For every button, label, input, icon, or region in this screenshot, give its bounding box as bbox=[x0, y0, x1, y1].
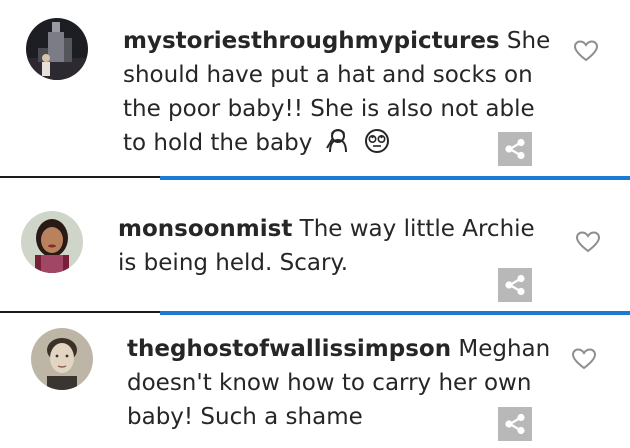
comment-body-line: The way little Archie bbox=[292, 216, 535, 242]
comment-body-line: baby! Such a shame bbox=[127, 404, 363, 430]
woman-facepalming-emoji bbox=[324, 128, 352, 164]
divider-left bbox=[0, 176, 160, 178]
avatar[interactable] bbox=[26, 18, 88, 80]
avatar[interactable] bbox=[31, 328, 93, 390]
comment-body-line: doesn't know how to carry her own bbox=[127, 370, 532, 396]
divider-left bbox=[0, 311, 160, 313]
divider-right bbox=[160, 176, 630, 180]
share-button[interactable] bbox=[498, 132, 532, 166]
share-icon bbox=[505, 274, 525, 296]
divider bbox=[0, 311, 630, 315]
avatar[interactable] bbox=[21, 211, 83, 273]
face-with-rolling-eyes-emoji bbox=[363, 128, 391, 164]
divider bbox=[0, 176, 630, 180]
comment-text: monsoonmist The way little Archie is bei… bbox=[118, 212, 558, 280]
comment-item: monsoonmist The way little Archie is bei… bbox=[0, 182, 630, 312]
comment-item: mystoriesthroughmypictures She should ha… bbox=[0, 0, 630, 178]
comment-body-line: to hold the baby bbox=[123, 130, 313, 156]
share-button[interactable] bbox=[498, 407, 532, 441]
comment-username[interactable]: monsoonmist bbox=[118, 216, 292, 242]
share-icon bbox=[505, 138, 525, 160]
share-icon bbox=[505, 413, 525, 435]
heart-outline-icon[interactable] bbox=[573, 39, 599, 63]
share-button[interactable] bbox=[498, 268, 532, 302]
comment-body-line: the poor baby!! She is also not able bbox=[123, 96, 535, 122]
comment-body-line: is being held. Scary. bbox=[118, 250, 349, 276]
comment-username[interactable]: mystoriesthroughmypictures bbox=[123, 28, 500, 54]
comment-text: mystoriesthroughmypictures She should ha… bbox=[123, 24, 563, 164]
comment-body-line: Meghan bbox=[451, 336, 551, 362]
comment-item: theghostofwallissimpson Meghan doesn't k… bbox=[0, 316, 630, 448]
heart-outline-icon[interactable] bbox=[575, 230, 601, 254]
comment-body-line: should have put a hat and socks on bbox=[123, 62, 533, 88]
comment-body-line: She bbox=[499, 28, 551, 54]
heart-outline-icon[interactable] bbox=[571, 347, 597, 371]
divider-right bbox=[160, 311, 630, 315]
comment-username[interactable]: theghostofwallissimpson bbox=[127, 336, 451, 362]
